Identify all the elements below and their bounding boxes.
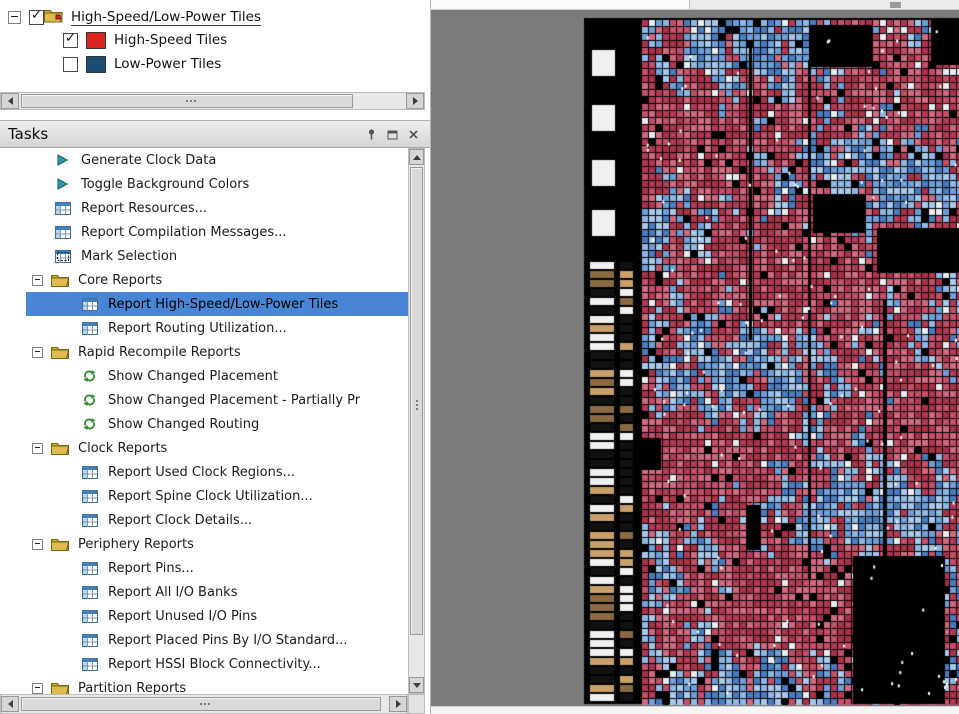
table-icon — [82, 657, 99, 672]
scroll-right-button[interactable] — [389, 696, 407, 712]
task-item-show-changed-routing[interactable]: Show Changed Routing — [26, 412, 408, 436]
table-icon — [55, 201, 72, 216]
task-item-rapid-recompile-reports[interactable]: Rapid Recompile Reports — [26, 340, 408, 364]
table-icon — [55, 225, 72, 240]
low-power-color-swatch — [86, 56, 106, 73]
tasks-tree: Generate Clock Data Toggle Background Co… — [0, 148, 408, 694]
legend-root-label: High-Speed/Low-Power Tiles — [71, 9, 261, 26]
folder-icon — [51, 273, 69, 288]
tasks-horizontal-scrollbar[interactable] — [0, 694, 408, 714]
task-item-report-routing-utilization[interactable]: Report Routing Utilization... — [26, 316, 408, 340]
folder-icon — [44, 8, 63, 27]
toolbar-fragment — [689, 0, 959, 9]
table-icon — [82, 489, 99, 504]
expand-toggle-icon[interactable] — [32, 539, 43, 550]
legend-root-row[interactable]: High-Speed/Low-Power Tiles — [0, 6, 425, 28]
window-bottom-strip — [431, 706, 959, 714]
high-speed-label: High-Speed Tiles — [114, 32, 227, 48]
folder-icon — [51, 537, 69, 552]
tasks-panel-header: Tasks — [0, 120, 430, 148]
scroll-left-button[interactable] — [1, 93, 19, 109]
task-item-periphery-reports[interactable]: Periphery Reports — [26, 532, 408, 556]
task-item-report-compilation-messages[interactable]: Report Compilation Messages... — [26, 220, 408, 244]
task-item-core-reports[interactable]: Core Reports — [26, 268, 408, 292]
table-icon — [82, 321, 99, 336]
refresh-icon — [82, 369, 99, 384]
table-icon — [82, 513, 99, 528]
float-icon[interactable] — [385, 127, 399, 141]
expand-toggle-icon[interactable] — [8, 11, 21, 24]
scroll-right-button[interactable] — [406, 93, 424, 109]
task-item-report-pins[interactable]: Report Pins... — [26, 556, 408, 580]
task-item-mark-selection[interactable]: Mark Selection — [26, 244, 408, 268]
play-icon — [55, 177, 72, 192]
expand-toggle-icon[interactable] — [32, 275, 43, 286]
legend-root-checkbox[interactable] — [29, 10, 44, 25]
task-item-clock-reports[interactable]: Clock Reports — [26, 436, 408, 460]
task-item-show-changed-placement[interactable]: Show Changed Placement — [26, 364, 408, 388]
high-speed-color-swatch — [86, 32, 106, 49]
table-icon — [82, 585, 99, 600]
high-speed-checkbox[interactable] — [63, 33, 78, 48]
table-icon — [82, 609, 99, 624]
task-item-report-high-speed-low-power-tiles[interactable]: Report High-Speed/Low-Power Tiles — [26, 292, 408, 316]
legend-item-high-speed[interactable]: High-Speed Tiles — [0, 28, 425, 52]
task-item-partition-reports[interactable]: Partition Reports — [26, 676, 408, 694]
task-item-report-placed-pins-by-i-o-standard[interactable]: Report Placed Pins By I/O Standard... — [26, 628, 408, 652]
scrollbar-thumb[interactable] — [21, 697, 381, 711]
chip-planner-window: High-Speed/Low-Power Tiles High-Speed Ti… — [0, 0, 959, 714]
scrollbar-thumb[interactable] — [410, 167, 423, 635]
pin-icon[interactable] — [364, 127, 378, 141]
folder-icon — [51, 441, 69, 456]
task-item-report-clock-details[interactable]: Report Clock Details... — [26, 508, 408, 532]
window-top-strip — [431, 0, 959, 10]
legend-horizontal-scrollbar[interactable] — [0, 92, 425, 110]
folder-icon — [51, 345, 69, 360]
low-power-label: Low-Power Tiles — [114, 56, 221, 72]
expand-toggle-icon[interactable] — [32, 347, 43, 358]
chip-view-panel — [430, 0, 959, 714]
task-item-report-hssi-block-connectivity[interactable]: Report HSSI Block Connectivity... — [26, 652, 408, 676]
play-icon — [55, 153, 72, 168]
task-item-report-unused-i-o-pins[interactable]: Report Unused I/O Pins — [26, 604, 408, 628]
mark-icon — [55, 249, 72, 264]
folder-icon — [51, 681, 69, 695]
legend-item-low-power[interactable]: Low-Power Tiles — [0, 52, 425, 76]
table-icon — [82, 561, 99, 576]
scroll-left-button[interactable] — [1, 696, 19, 712]
task-item-report-used-clock-regions[interactable]: Report Used Clock Regions... — [26, 460, 408, 484]
chip-floorplan-view[interactable] — [431, 10, 959, 706]
close-icon[interactable] — [406, 127, 420, 141]
table-icon — [82, 297, 99, 312]
table-icon — [82, 465, 99, 480]
task-item-report-all-i-o-banks[interactable]: Report All I/O Banks — [26, 580, 408, 604]
toolbar-fragment-icon — [890, 2, 901, 8]
refresh-icon — [82, 393, 99, 408]
table-icon — [82, 633, 99, 648]
scrollbar-corner — [408, 694, 425, 714]
low-power-checkbox[interactable] — [63, 57, 78, 72]
task-item-report-resources[interactable]: Report Resources... — [26, 196, 408, 220]
scrollbar-thumb[interactable] — [21, 94, 353, 108]
task-item-report-spine-clock-utilization[interactable]: Report Spine Clock Utilization... — [26, 484, 408, 508]
scroll-down-button[interactable] — [409, 677, 424, 693]
left-panel: High-Speed/Low-Power Tiles High-Speed Ti… — [0, 0, 430, 714]
tasks-panel-title: Tasks — [8, 125, 48, 143]
task-item-toggle-background-colors[interactable]: Toggle Background Colors — [26, 172, 408, 196]
refresh-icon — [82, 417, 99, 432]
scroll-up-button[interactable] — [409, 149, 424, 165]
task-item-show-changed-placement-partially-pr[interactable]: Show Changed Placement - Partially Pr — [26, 388, 408, 412]
task-item-generate-clock-data[interactable]: Generate Clock Data — [26, 148, 408, 172]
expand-toggle-icon[interactable] — [32, 683, 43, 694]
tasks-vertical-scrollbar[interactable] — [408, 148, 425, 694]
expand-toggle-icon[interactable] — [32, 443, 43, 454]
